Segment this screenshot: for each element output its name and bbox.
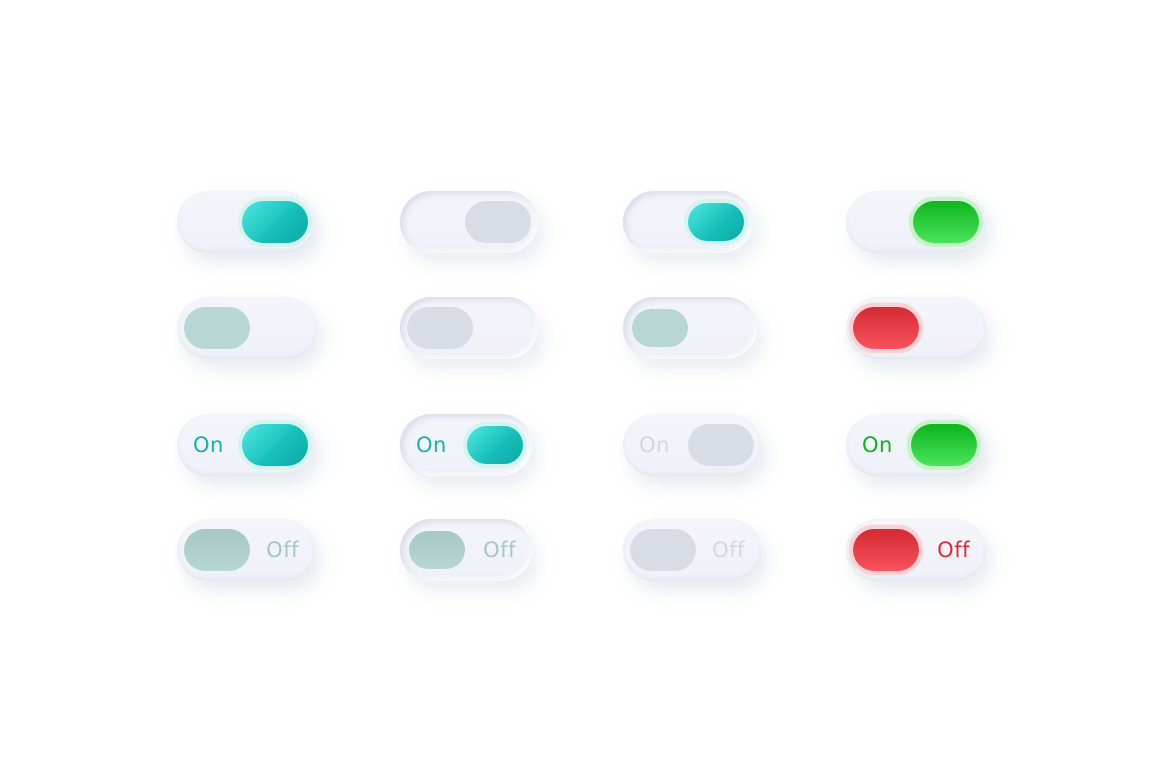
toggle-switch-on[interactable]: [846, 191, 986, 253]
toggle-label: Off: [266, 538, 299, 562]
toggle-switch-on[interactable]: On: [846, 414, 984, 476]
toggle-knob: [407, 307, 473, 349]
toggle-switch-on[interactable]: On: [177, 414, 315, 476]
toggle-knob: [632, 309, 688, 347]
toggle-knob: [911, 424, 977, 466]
toggle-switch-off[interactable]: Off: [623, 519, 761, 581]
toggle-knob: [467, 426, 523, 464]
toggle-switch-on[interactable]: [177, 191, 315, 253]
toggle-knob: [184, 307, 250, 349]
toggle-knob: [242, 424, 308, 466]
toggle-switch-off[interactable]: [400, 297, 538, 359]
toggle-knob: [409, 531, 465, 569]
toggle-switch-on[interactable]: On: [623, 414, 761, 476]
toggle-label: Off: [937, 538, 970, 562]
toggle-switch-off[interactable]: [177, 297, 317, 359]
toggle-knob: [853, 307, 919, 349]
toggle-knob: [465, 201, 531, 243]
toggle-knob: [184, 529, 250, 571]
toggle-knob: [630, 529, 696, 571]
toggle-switch-off[interactable]: Off: [177, 519, 315, 581]
toggle-knob: [688, 203, 744, 241]
toggle-label: Off: [712, 538, 745, 562]
toggle-label: On: [639, 433, 670, 457]
toggle-switch-off[interactable]: Off: [400, 519, 532, 581]
toggle-knob: [242, 201, 308, 243]
toggle-switch-off[interactable]: Off: [846, 519, 986, 581]
toggle-label: On: [193, 433, 224, 457]
toggle-knob: [913, 201, 979, 243]
toggle-switch-on[interactable]: [400, 191, 538, 253]
toggle-label: On: [416, 433, 447, 457]
toggle-knob: [853, 529, 919, 571]
toggle-switch-off[interactable]: [623, 297, 757, 359]
toggle-knob: [688, 424, 754, 466]
toggle-label: On: [862, 433, 893, 457]
toggle-switch-off[interactable]: [846, 297, 986, 359]
toggle-switch-on[interactable]: On: [400, 414, 532, 476]
toggle-label: Off: [483, 538, 516, 562]
toggle-switch-on[interactable]: [623, 191, 753, 253]
